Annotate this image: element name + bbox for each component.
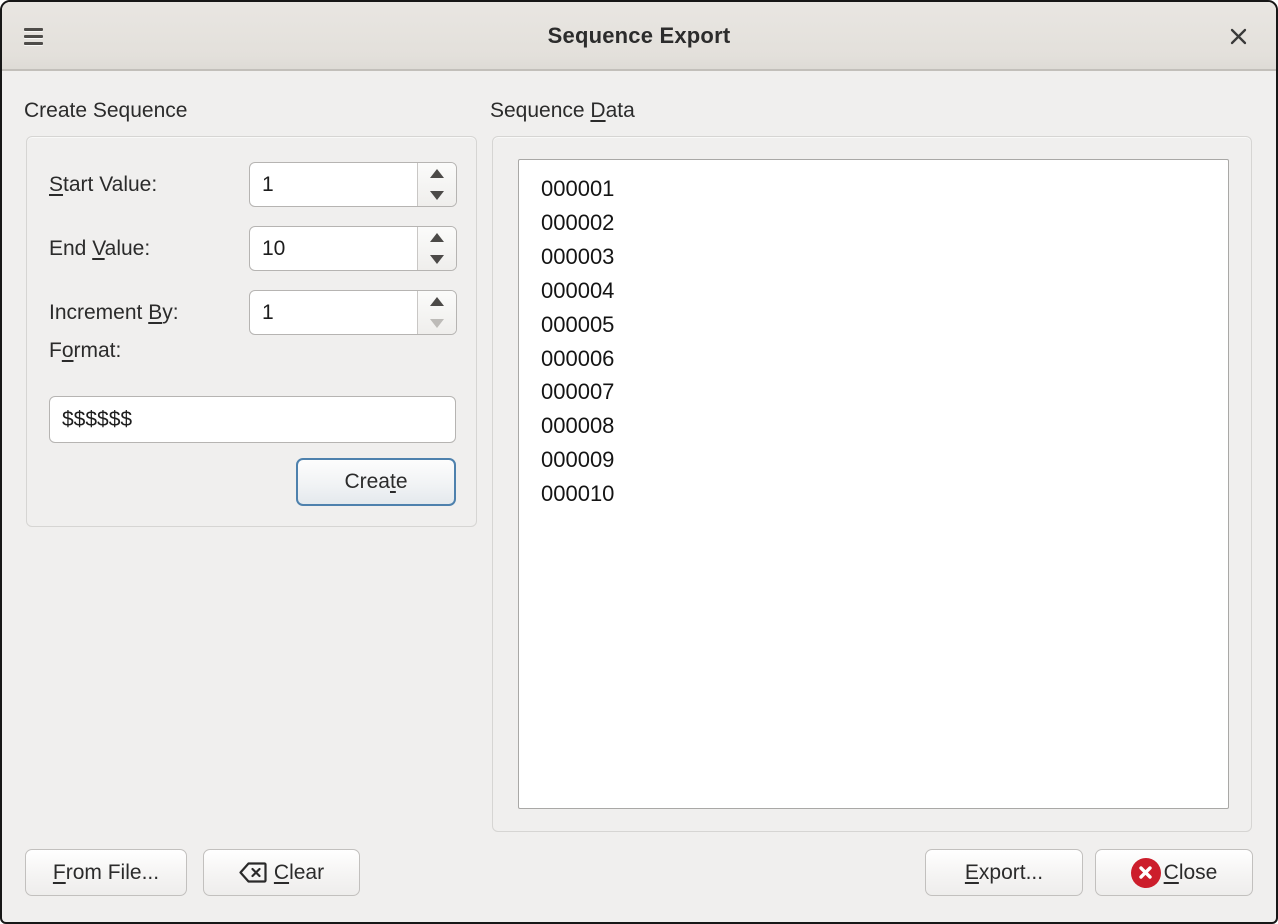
start-value-down-button[interactable] <box>418 185 456 207</box>
up-arrow-icon <box>430 297 444 306</box>
end-value-spin-buttons <box>417 227 456 270</box>
clear-button[interactable]: Clear <box>203 849 360 896</box>
start-value-up-button[interactable] <box>418 163 456 185</box>
clear-button-label: Clear <box>274 861 324 885</box>
start-value-label: Start Value: <box>49 162 157 207</box>
create-button-label: Create <box>344 470 407 494</box>
up-arrow-icon <box>430 233 444 242</box>
end-value-spinner <box>249 226 457 271</box>
export-button-label: Export... <box>965 861 1043 885</box>
create-button[interactable]: Create <box>296 458 456 506</box>
close-button[interactable]: Close <box>1095 849 1253 896</box>
window-title: Sequence Export <box>2 23 1276 49</box>
sequence-data-heading: Sequence Data <box>490 99 635 123</box>
export-button[interactable]: Export... <box>925 849 1083 896</box>
from-file-button[interactable]: From File... <box>25 849 187 896</box>
close-button-label: Close <box>1164 861 1218 885</box>
format-label: Format: <box>49 328 121 373</box>
sequence-export-dialog: Sequence Export Create Sequence Start Va… <box>0 0 1278 924</box>
sequence-data-items: 000001 000002 000003 000004 000005 00000… <box>519 160 1228 511</box>
increment-by-spin-buttons <box>417 291 456 334</box>
start-value-spin-buttons <box>417 163 456 206</box>
sequence-data-list[interactable]: 000001 000002 000003 000004 000005 00000… <box>518 159 1229 809</box>
dialog-body: Create Sequence Start Value: End Value: <box>2 71 1276 924</box>
titlebar: Sequence Export <box>2 2 1276 71</box>
down-arrow-icon-disabled <box>430 319 444 328</box>
end-value-down-button[interactable] <box>418 249 456 271</box>
down-arrow-icon <box>430 191 444 200</box>
sequence-data-group: 000001 000002 000003 000004 000005 00000… <box>492 136 1252 832</box>
format-input[interactable] <box>49 396 456 443</box>
increment-by-input[interactable] <box>250 291 417 334</box>
increment-by-down-button <box>418 313 456 335</box>
create-sequence-heading: Create Sequence <box>24 99 187 123</box>
end-value-input[interactable] <box>250 227 417 270</box>
start-value-spinner <box>249 162 457 207</box>
create-sequence-group: Start Value: End Value: Increment By: <box>26 136 477 527</box>
backspace-icon <box>239 862 267 883</box>
from-file-button-label: From File... <box>53 861 159 885</box>
close-icon[interactable] <box>1226 24 1250 48</box>
end-value-label: End Value: <box>49 226 150 271</box>
end-value-up-button[interactable] <box>418 227 456 249</box>
increment-by-spinner <box>249 290 457 335</box>
close-circle-x-icon <box>1131 858 1161 888</box>
increment-by-up-button[interactable] <box>418 291 456 313</box>
start-value-input[interactable] <box>250 163 417 206</box>
up-arrow-icon <box>430 169 444 178</box>
down-arrow-icon <box>430 255 444 264</box>
